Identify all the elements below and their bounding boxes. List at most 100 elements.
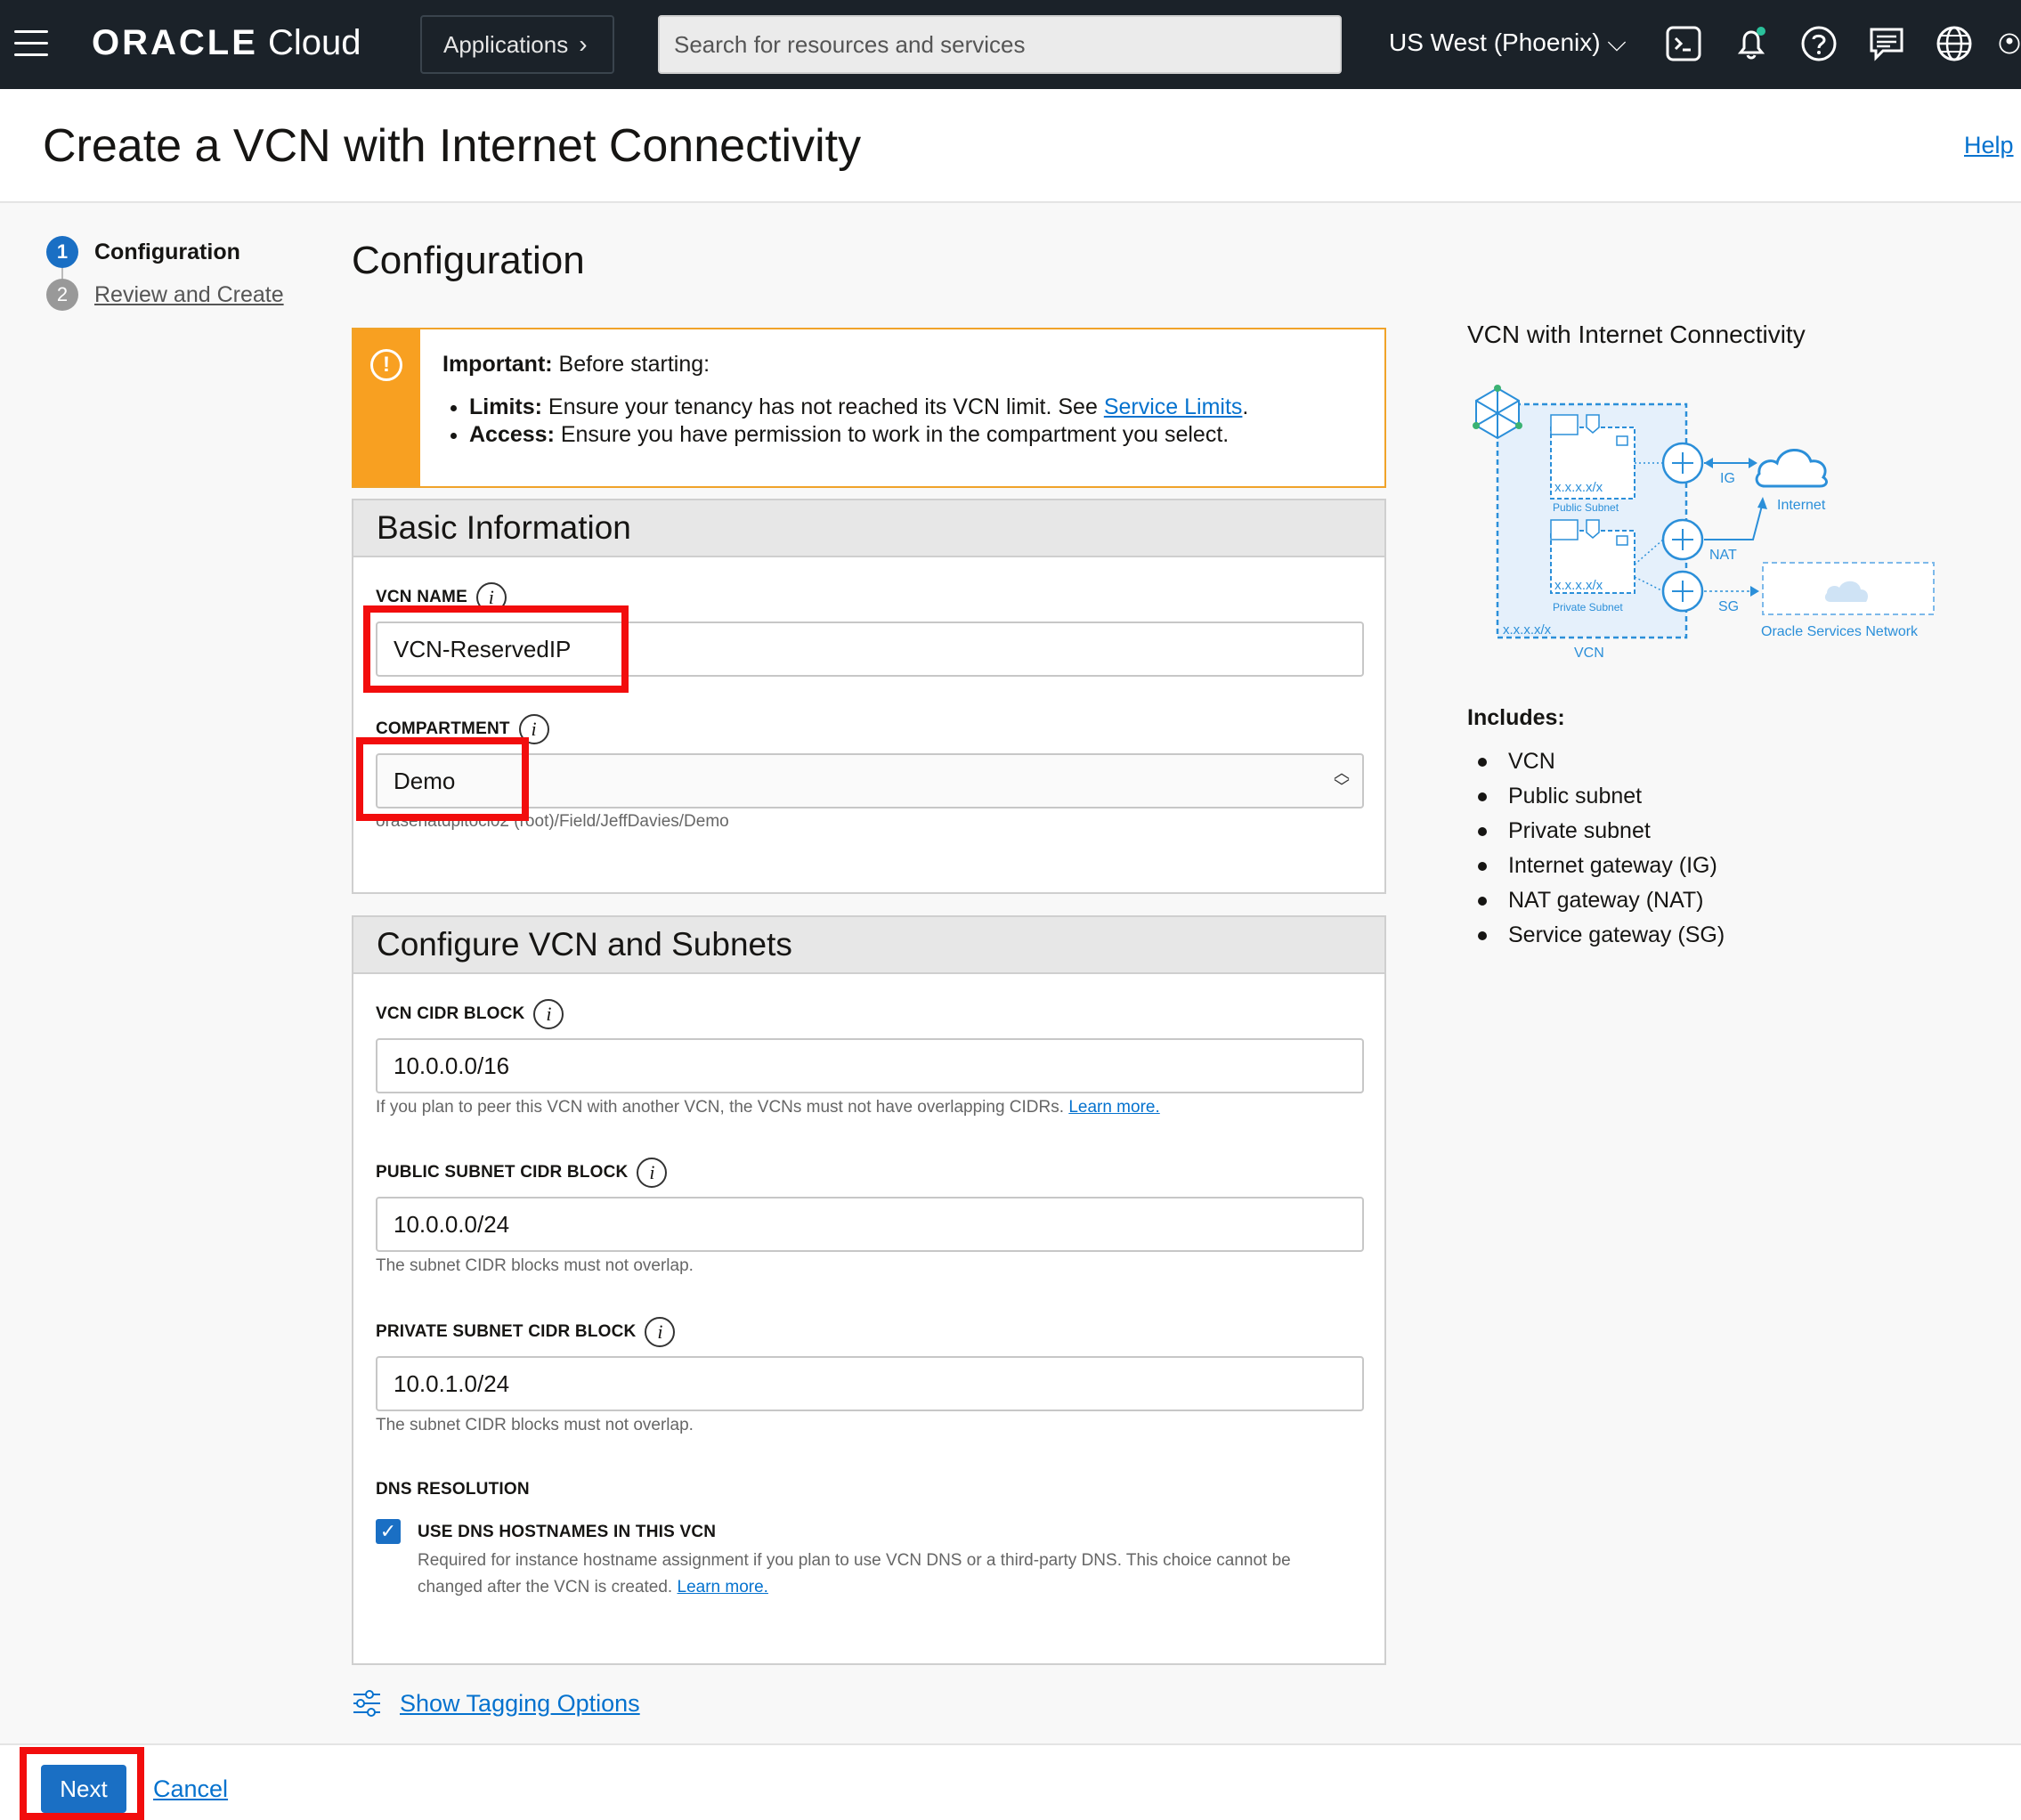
dns-hint: Required for instance hostname assignmen… [418,1548,1291,1601]
compartment-highlight [356,737,529,821]
dns-hostnames-label[interactable]: USE DNS HOSTNAMES IN THIS VCN [418,1523,716,1542]
step-number: 2 [46,279,78,311]
dns-hostnames-checkbox[interactable]: ✓ [376,1519,401,1544]
vcn-cidr-hint-text: If you plan to peer this VCN with anothe… [376,1098,1069,1117]
notifications-bell-icon[interactable] [1731,23,1772,64]
vcn-cidr-input[interactable]: 10.0.0.0/16 [376,1038,1364,1093]
sliders-icon [353,1690,380,1717]
dns-hint-line-1: Required for instance hostname assignmen… [418,1551,1291,1570]
limits-label: Limits: [469,394,542,419]
public-subnet-hint: The subnet CIDR blocks must not overlap. [376,1256,694,1275]
page-header: Create a VCN with Internet Connectivity … [0,89,2021,203]
limits-item: Limits: Ensure your tenancy has not reac… [469,394,1248,421]
dns-resolution-label: DNS RESOLUTION [376,1480,530,1499]
important-label: Important: [442,352,553,377]
select-arrows-icon: ︿ ﹀ [1334,764,1350,796]
basic-information-panel: Basic Information VCN NAME i VCN-Reserve… [352,499,1386,894]
important-text: Before starting: [552,352,710,377]
internet-label: Internet [1777,498,1826,513]
applications-button[interactable]: Applications › [420,15,614,74]
internet-cloud-icon [1755,449,1828,488]
private-subnet-hint: The subnet CIDR blocks must not overlap. [376,1416,694,1434]
show-tagging-options[interactable]: Show Tagging Options [352,1688,640,1718]
chevron-down-icon: ⌵ [1607,28,1627,56]
public-subnet-label: Public Subnet [1553,501,1619,514]
help-question-icon[interactable] [1798,23,1839,64]
vcn-cidr-value: 10.0.0.0/16 [394,1052,510,1079]
configure-vcn-panel: Configure VCN and Subnets VCN CIDR BLOCK… [352,915,1386,1665]
hamburger-menu-icon[interactable] [14,30,48,57]
service-limits-link[interactable]: Service Limits [1104,394,1243,419]
vcn-label: VCN [1574,646,1604,661]
vcn-name-highlight [363,605,629,693]
vcn-diagram: x.x.x.x/x Public Subnet x.x.x.x/x Privat… [1473,385,1935,661]
public-subnet-cidr: x.x.x.x/x [1554,480,1603,495]
chevron-right-icon: › [579,30,588,58]
vcn-cidr-label: VCN CIDR BLOCK i [376,999,564,1029]
help-link[interactable]: Help [1964,132,2014,159]
public-subnet-input[interactable]: 10.0.0.0/24 [376,1197,1364,1252]
vcn-cidr: x.x.x.x/x [1503,622,1552,638]
brand-oracle: ORACLE [92,23,258,62]
info-icon[interactable]: i [645,1317,676,1347]
diagram-title: VCN with Internet Connectivity [1467,321,1806,348]
list-item: Internet gateway (IG) [1478,849,1725,883]
search-input[interactable]: Search for resources and services [658,15,1342,74]
private-subnet-cidr: x.x.x.x/x [1554,578,1603,593]
region-label: US West (Phoenix) [1389,28,1601,56]
show-tagging-label[interactable]: Show Tagging Options [400,1690,640,1718]
list-item: NAT gateway (NAT) [1478,883,1725,918]
vcn-name-label-text: VCN NAME [376,588,467,606]
dns-learn-more-link[interactable]: Learn more. [678,1578,768,1597]
cloud-shell-icon[interactable] [1663,23,1704,64]
osn-label: Oracle Services Network [1761,624,1919,639]
region-selector[interactable]: US West (Phoenix) ⌵ [1389,28,1627,58]
user-profile-icon[interactable] [1998,23,2021,64]
top-navigation-bar: ORACLE Cloud Applications › Search for r… [0,0,2021,89]
list-item: Service gateway (SG) [1478,918,1725,953]
footer-bar: Next Cancel [0,1743,2021,1820]
vcn-cidr-label-text: VCN CIDR BLOCK [376,1004,525,1023]
info-icon[interactable]: i [637,1158,668,1188]
warning-icon: ! [370,349,402,381]
nat-label: NAT [1709,548,1737,563]
feedback-chat-icon[interactable] [1866,23,1907,64]
step-label[interactable]: Review and Create [94,282,284,308]
info-icon[interactable]: i [533,999,564,1029]
private-subnet-label-text: PRIVATE SUBNET CIDR BLOCK [376,1322,637,1341]
step-review-and-create[interactable]: 2 Review and Create [46,279,284,311]
access-item: Access: Ensure you have permission to wo… [469,421,1248,449]
list-item: Public subnet [1478,779,1725,814]
list-item: Private subnet [1478,814,1725,849]
access-text: Ensure you have permission to work in th… [554,422,1230,447]
panel-title: Basic Information [353,500,1384,557]
compartment-label-text: COMPARTMENT [376,719,510,738]
section-title: Configuration [352,239,585,282]
access-label: Access: [469,422,555,447]
language-globe-icon[interactable] [1934,23,1975,64]
important-notice: ! Important: Before starting: Limits: En… [352,328,1386,488]
limits-text: Ensure your tenancy has not reached its … [541,394,1104,419]
private-subnet-label: PRIVATE SUBNET CIDR BLOCK i [376,1317,676,1347]
private-subnet-input[interactable]: 10.0.1.0/24 [376,1356,1364,1411]
vcn-cidr-hint: If you plan to peer this VCN with anothe… [376,1098,1160,1117]
private-subnet-label: Private Subnet [1553,601,1623,613]
search-placeholder: Search for resources and services [674,30,1026,58]
page-title: Create a VCN with Internet Connectivity [43,120,862,172]
ig-label: IG [1720,471,1735,486]
dns-hint-line-2: changed after the VCN is created. [418,1578,678,1597]
public-subnet-label-text: PUBLIC SUBNET CIDR BLOCK [376,1163,629,1182]
learn-more-link[interactable]: Learn more. [1068,1098,1159,1117]
next-button-highlight [20,1747,144,1820]
applications-label: Applications [443,30,569,58]
private-subnet-value: 10.0.1.0/24 [394,1369,510,1397]
cancel-link[interactable]: Cancel [153,1775,228,1803]
sg-label: SG [1718,599,1739,614]
includes-title: Includes: [1467,705,1565,730]
public-subnet-value: 10.0.0.0/24 [394,1210,510,1238]
includes-list: VCN Public subnet Private subnet Interne… [1478,744,1725,953]
oracle-cloud-logo[interactable]: ORACLE Cloud [92,23,361,63]
step-number: 1 [46,236,78,268]
public-subnet-label: PUBLIC SUBNET CIDR BLOCK i [376,1158,668,1188]
step-configuration: 1 Configuration [46,236,240,268]
